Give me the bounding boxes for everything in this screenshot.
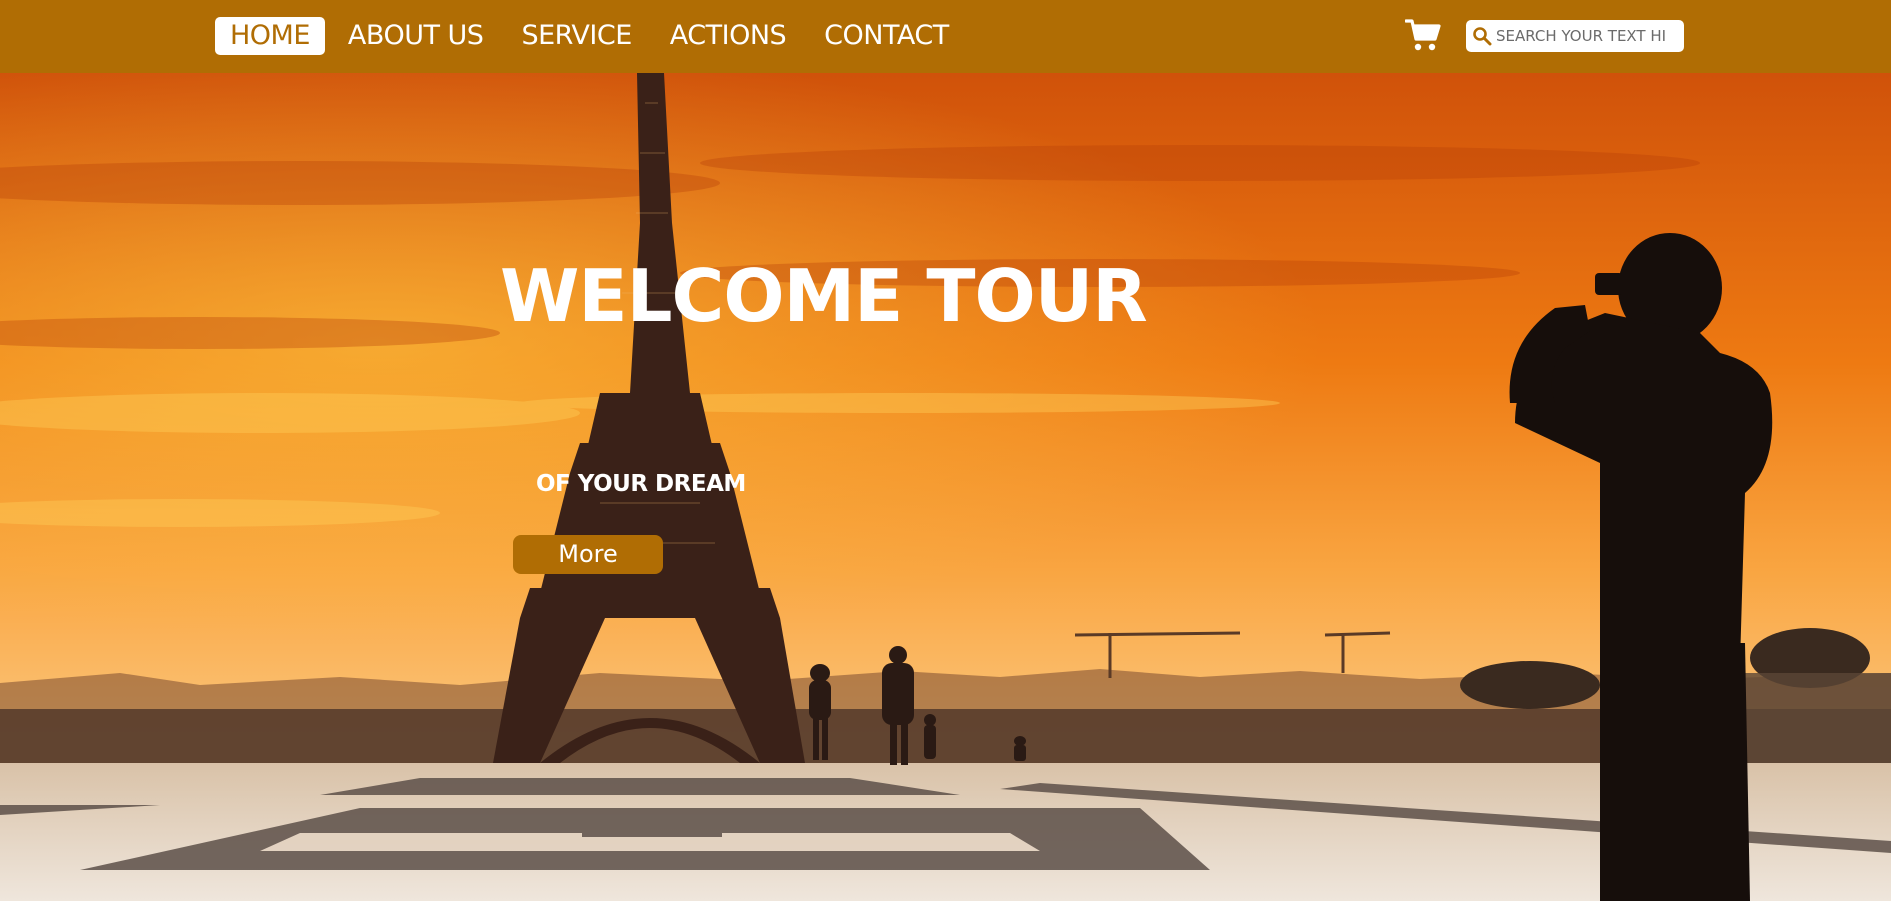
nav-item-about-us[interactable]: ABOUT US	[333, 17, 499, 55]
top-navigation-bar: HOME ABOUT US SERVICE ACTIONS CONTACT	[0, 0, 1891, 73]
nav-item-service[interactable]: SERVICE	[506, 17, 646, 55]
hero-subtitle: OF YOUR DREAM	[536, 471, 746, 497]
nav-item-actions[interactable]: ACTIONS	[655, 17, 801, 55]
hero-section: WELCOME TOUR OF YOUR DREAM More	[0, 73, 1891, 901]
search-input[interactable]	[1496, 27, 1676, 45]
hero-background-image	[0, 73, 1891, 901]
more-button[interactable]: More	[513, 535, 663, 574]
main-nav: HOME ABOUT US SERVICE ACTIONS CONTACT	[215, 17, 972, 55]
nav-item-home[interactable]: HOME	[215, 17, 325, 55]
hero-title: WELCOME TOUR	[500, 254, 1148, 338]
nav-item-contact[interactable]: CONTACT	[809, 17, 964, 55]
shopping-cart-icon[interactable]	[1404, 18, 1441, 52]
search-field	[1466, 20, 1684, 52]
search-icon[interactable]	[1472, 26, 1492, 46]
